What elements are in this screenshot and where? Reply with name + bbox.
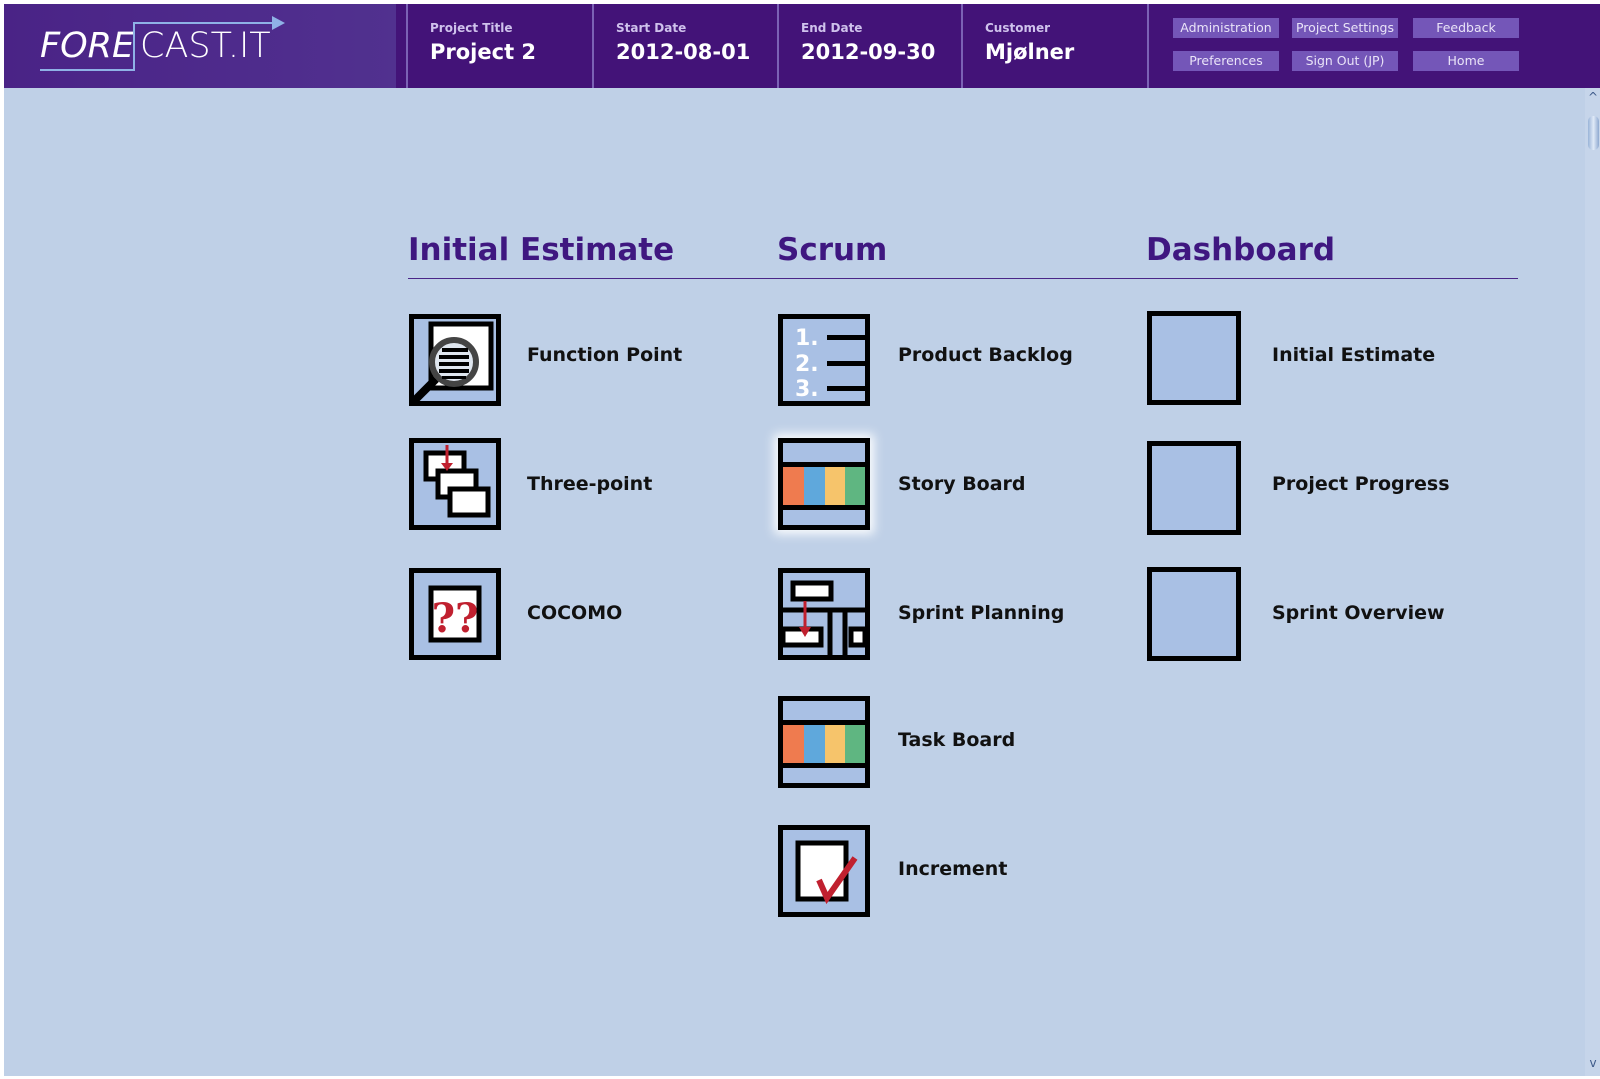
task-board-link[interactable]: Task Board (898, 729, 1015, 751)
home-button[interactable]: Home (1413, 51, 1519, 71)
project-settings-button[interactable]: Project Settings (1292, 18, 1398, 38)
cocomo-tile[interactable]: ?? (409, 568, 501, 660)
initial-estimate-title: Initial Estimate (408, 232, 675, 268)
cocomo-link[interactable]: COCOMO (527, 602, 622, 624)
administration-button[interactable]: Administration (1173, 18, 1279, 38)
end-date-value: 2012-09-30 (801, 40, 936, 64)
sprint-planning-tile[interactable] (778, 568, 870, 660)
increment-link[interactable]: Increment (898, 858, 1007, 880)
question-marks-icon: ?? (428, 585, 482, 643)
sprint-overview-link[interactable]: Sprint Overview (1272, 602, 1445, 624)
numbered-list-icon: 1. 2. 3. (795, 326, 865, 401)
sprint-planning-link[interactable]: Sprint Planning (898, 602, 1064, 624)
dashboard-title: Dashboard (1146, 232, 1336, 268)
checkmark-document-icon (795, 840, 858, 905)
customer-label: Customer (985, 21, 1051, 35)
section-divider (408, 278, 1518, 279)
end-date-label: End Date (801, 21, 863, 35)
increment-tile[interactable] (778, 825, 870, 917)
start-date-block: Start Date 2012-08-01 (594, 4, 777, 88)
three-point-link[interactable]: Three-point (527, 473, 652, 495)
function-point-tile[interactable] (409, 314, 501, 406)
initial-estimate-dashboard-link[interactable]: Initial Estimate (1272, 344, 1435, 366)
top-header: FORE CAST.IT Project Title Project 2 Sta… (4, 4, 1600, 88)
scroll-up-arrow[interactable]: ^ (1586, 90, 1600, 104)
svg-text:??: ?? (432, 595, 479, 642)
logo[interactable]: FORE CAST.IT (4, 4, 396, 88)
story-board-link[interactable]: Story Board (898, 473, 1026, 495)
three-point-tile[interactable] (409, 438, 501, 530)
project-title-block: Project Title Project 2 (408, 4, 591, 88)
scroll-thumb[interactable] (1588, 116, 1599, 150)
start-date-value: 2012-08-01 (616, 40, 751, 64)
scroll-down-arrow[interactable]: v (1586, 1056, 1600, 1070)
sprint-overview-tile[interactable] (1147, 567, 1241, 661)
logo-arrow-icon (40, 16, 285, 71)
feedback-button[interactable]: Feedback (1413, 18, 1519, 38)
customer-value: Mjølner (985, 40, 1075, 64)
project-progress-link[interactable]: Project Progress (1272, 473, 1450, 495)
app-frame: FORE CAST.IT Project Title Project 2 Sta… (4, 4, 1600, 1076)
colored-columns-icon (783, 720, 865, 768)
preferences-button[interactable]: Preferences (1173, 51, 1279, 71)
header-separator (1147, 4, 1149, 88)
project-progress-tile[interactable] (1147, 441, 1241, 535)
scrum-title: Scrum (777, 232, 888, 268)
svg-text:3.: 3. (795, 377, 819, 401)
vertical-scrollbar[interactable] (1585, 88, 1600, 1076)
sign-out-button[interactable]: Sign Out (JP) (1292, 51, 1398, 71)
customer-block: Customer Mjølner (963, 4, 1146, 88)
project-title-label: Project Title (430, 21, 513, 35)
start-date-label: Start Date (616, 21, 687, 35)
end-date-block: End Date 2012-09-30 (779, 4, 962, 88)
project-title-value: Project 2 (430, 40, 537, 64)
planning-layout-icon (783, 580, 865, 655)
story-board-tile[interactable] (778, 438, 870, 530)
task-board-tile[interactable] (778, 696, 870, 788)
svg-text:1.: 1. (795, 326, 819, 351)
svg-text:2.: 2. (795, 352, 819, 377)
product-backlog-tile[interactable]: 1. 2. 3. (778, 314, 870, 406)
function-point-link[interactable]: Function Point (527, 344, 682, 366)
colored-columns-icon (783, 443, 865, 525)
stacked-cards-icon (423, 445, 491, 518)
product-backlog-link[interactable]: Product Backlog (898, 344, 1073, 366)
initial-estimate-dashboard-tile[interactable] (1147, 311, 1241, 405)
magnifier-document-icon (414, 321, 494, 401)
